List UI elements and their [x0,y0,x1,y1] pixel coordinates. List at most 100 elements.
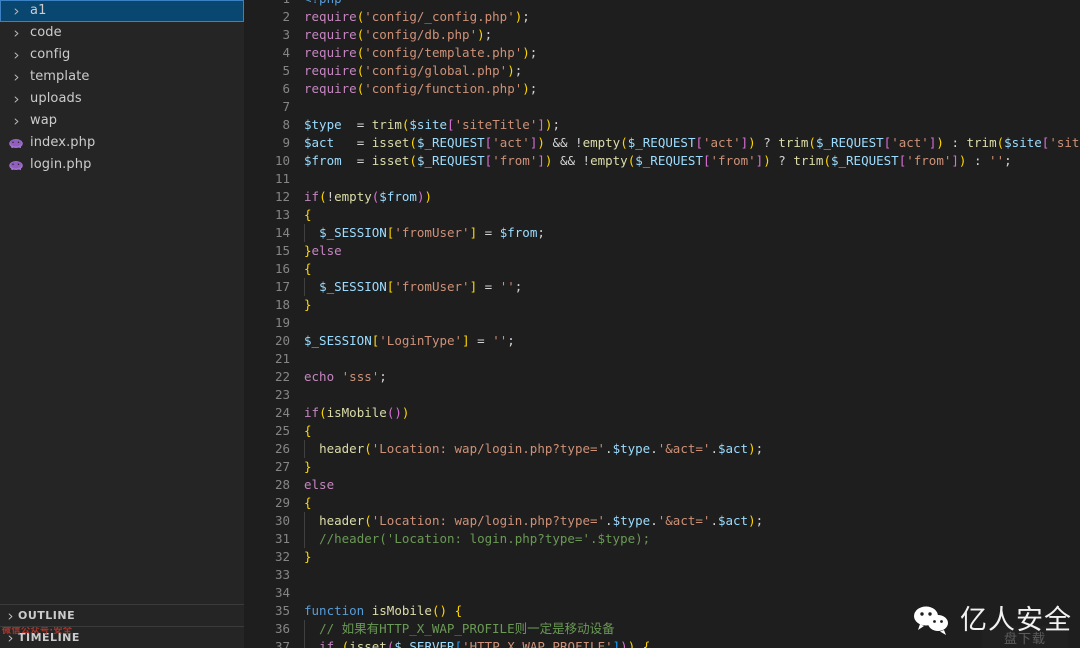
code-line[interactable]: 4 require('config/template.php'); [244,44,1080,62]
line-number: 7 [282,99,290,114]
tree-item-index-php[interactable]: index.php [0,132,244,154]
line-number: 27 [274,459,290,474]
code-line[interactable]: 23 [244,386,1080,404]
tree-item-template[interactable]: template [0,66,244,88]
code-line[interactable]: 28 else [244,476,1080,494]
code-line[interactable]: 10 $from = isset($_REQUEST['from']) && !e… [244,152,1080,170]
line-content[interactable]: $act = isset($_REQUEST['act']) && !empty… [304,134,1080,152]
code-line[interactable]: 36 // 如果有HTTP_X_WAP_PROFILE则一定是移动设备 [244,620,1080,638]
line-content[interactable]: if(!empty($from)) [304,188,432,206]
line-content[interactable]: header('Location: wap/login.php?type='.$… [304,440,763,458]
code-line[interactable]: 19 [244,314,1080,332]
code-line[interactable]: 30 header('Location: wap/login.php?type=… [244,512,1080,530]
line-number: 12 [274,189,290,204]
line-content[interactable]: { [304,260,312,278]
code-line[interactable]: 27} [244,458,1080,476]
code-line[interactable]: 25 { [244,422,1080,440]
code-line[interactable]: 20 $_SESSION['LoginType'] = ''; [244,332,1080,350]
line-content[interactable]: require('config/global.php'); [304,62,522,80]
code-line[interactable]: 29 { [244,494,1080,512]
line-number: 26 [274,441,290,456]
chevron-right-icon [8,73,24,82]
line-content[interactable]: { [304,206,312,224]
line-content[interactable]: if (isset($_SERVER['HTTP_X_WAP_PROFILE']… [304,638,650,648]
tree-item-label: login.php [30,157,92,172]
line-content[interactable]: }else [304,242,342,260]
outline-pane-header[interactable]: OUTLINE [0,604,244,626]
code-line[interactable]: 1 <?php [244,0,1080,8]
outline-pane-label: OUTLINE [18,609,76,622]
line-content[interactable]: // 如果有HTTP_X_WAP_PROFILE则一定是移动设备 [304,620,615,638]
code-editor[interactable]: 1 <?php 2 require('config/_config.php'); 3 re… [244,0,1080,648]
code-line[interactable]: 16 { [244,260,1080,278]
code-line[interactable]: 31 //header('Location: login.php?type='.… [244,530,1080,548]
line-content[interactable]: if(isMobile()) [304,404,409,422]
line-content[interactable]: else [304,476,334,494]
line-content[interactable]: $_SESSION['fromUser'] = $from; [304,224,545,242]
code-line[interactable]: 2 require('config/_config.php'); [244,8,1080,26]
tree-item-a1[interactable]: a1 [0,0,244,22]
code-line[interactable]: 21 [244,350,1080,368]
line-content[interactable]: require('config/db.php'); [304,26,492,44]
line-content[interactable]: $from = isset($_REQUEST['from']) && !emp… [304,152,1012,170]
code-line[interactable]: 22 echo 'sss'; [244,368,1080,386]
line-number: 23 [274,387,290,402]
code-line[interactable]: 3 require('config/db.php'); [244,26,1080,44]
line-content[interactable]: { [304,494,312,512]
line-content[interactable]: } [304,548,312,566]
line-number: 25 [274,423,290,438]
code-line[interactable]: 15}else [244,242,1080,260]
code-line[interactable]: 14 $_SESSION['fromUser'] = $from; [244,224,1080,242]
line-content[interactable]: //header('Location: login.php?type='.$ty… [304,530,650,548]
chevron-right-icon [8,29,24,38]
tree-item-config[interactable]: config [0,44,244,66]
code-line[interactable]: 13 { [244,206,1080,224]
line-number: 2 [282,9,290,24]
tree-item-login-php[interactable]: login.php [0,154,244,176]
code-line[interactable]: 5 require('config/global.php'); [244,62,1080,80]
code-line[interactable]: 37 if (isset($_SERVER['HTTP_X_WAP_PROFIL… [244,638,1080,648]
tree-item-uploads[interactable]: uploads [0,88,244,110]
line-number: 4 [282,45,290,60]
code-line[interactable]: 8 $type = trim($site['siteTitle']); [244,116,1080,134]
timeline-pane-header[interactable]: TIMELINE 微信公众号·安全 [0,626,244,648]
code-line[interactable]: 11 [244,170,1080,188]
code-line[interactable]: 12 if(!empty($from)) [244,188,1080,206]
line-number: 13 [274,207,290,222]
line-content[interactable]: } [304,296,312,314]
line-content[interactable]: echo 'sss'; [304,368,387,386]
line-content[interactable]: require('config/function.php'); [304,80,537,98]
line-content[interactable]: require('config/template.php'); [304,44,537,62]
file-tree[interactable]: a1 code config template uploads wap index.php l… [0,0,244,604]
code-line[interactable]: 35 function isMobile() { [244,602,1080,620]
line-content[interactable]: header('Location: wap/login.php?type='.$… [304,512,763,530]
line-number: 30 [274,513,290,528]
tree-item-code[interactable]: code [0,22,244,44]
code-line[interactable]: 24 if(isMobile()) [244,404,1080,422]
line-number: 34 [274,585,290,600]
code-line[interactable]: 9 $act = isset($_REQUEST['act']) && !empt… [244,134,1080,152]
line-number: 31 [274,531,290,546]
line-number: 5 [282,63,290,78]
line-content[interactable]: require('config/_config.php'); [304,8,530,26]
code-line[interactable]: 33 [244,566,1080,584]
code-content[interactable]: 1 <?php 2 require('config/_config.php'); 3 re… [244,0,1080,648]
line-content[interactable]: function isMobile() { [304,602,462,620]
code-line[interactable]: 7 [244,98,1080,116]
line-content[interactable]: { [304,422,312,440]
code-line[interactable]: 6 require('config/function.php'); [244,80,1080,98]
line-number: 28 [274,477,290,492]
line-content[interactable]: } [304,458,312,476]
code-line[interactable]: 34 [244,584,1080,602]
line-content[interactable]: $_SESSION['fromUser'] = ''; [304,278,522,296]
code-line[interactable]: 32} [244,548,1080,566]
line-content[interactable]: <?php [304,0,342,8]
line-content[interactable]: $type = trim($site['siteTitle']); [304,116,560,134]
code-line[interactable]: 26 header('Location: wap/login.php?type=… [244,440,1080,458]
code-line[interactable]: 18} [244,296,1080,314]
line-content[interactable]: $_SESSION['LoginType'] = ''; [304,332,515,350]
line-number: 16 [274,261,290,276]
line-number: 14 [274,225,290,240]
code-line[interactable]: 17 $_SESSION['fromUser'] = ''; [244,278,1080,296]
tree-item-wap[interactable]: wap [0,110,244,132]
